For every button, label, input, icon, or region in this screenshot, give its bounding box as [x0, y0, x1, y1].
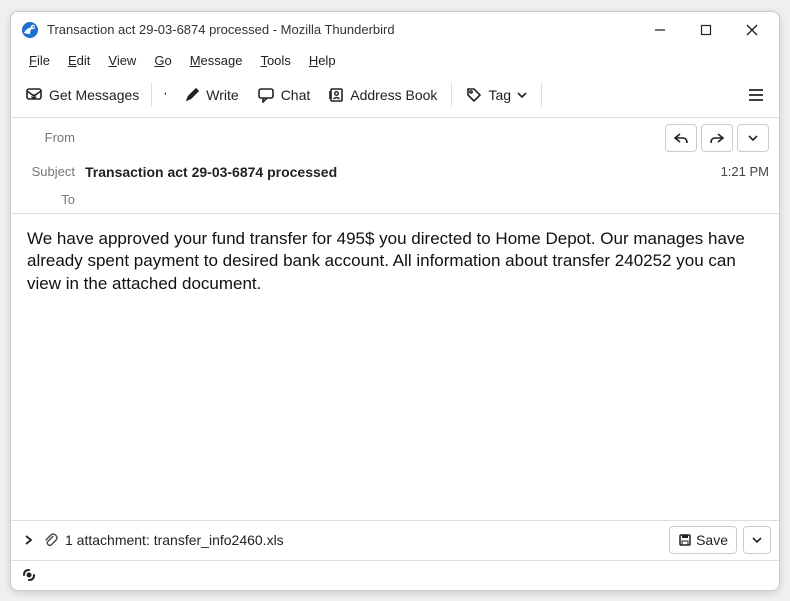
- save-attachment-button[interactable]: Save: [669, 526, 737, 554]
- chat-button[interactable]: Chat: [249, 79, 319, 111]
- write-button[interactable]: Write: [176, 79, 246, 111]
- subject-label: Subject: [21, 164, 85, 179]
- message-headers: From Subject Transaction act 29-03-6874 …: [11, 118, 779, 214]
- menubar: File Edit View Go Message Tools Help: [11, 48, 779, 74]
- address-book-label: Address Book: [350, 87, 437, 103]
- hamburger-icon: [747, 87, 765, 103]
- get-messages-dropdown[interactable]: [156, 79, 174, 111]
- menu-go[interactable]: Go: [146, 51, 179, 70]
- to-label: To: [21, 192, 85, 207]
- statusbar: [11, 560, 779, 590]
- titlebar: Transaction act 29-03-6874 processed - M…: [11, 12, 779, 48]
- forward-button[interactable]: [701, 124, 733, 152]
- menu-edit[interactable]: Edit: [60, 51, 98, 70]
- menu-file[interactable]: File: [21, 51, 58, 70]
- thunderbird-icon: [21, 21, 39, 39]
- menu-help[interactable]: Help: [301, 51, 344, 70]
- save-label: Save: [696, 532, 728, 548]
- reply-icon: [673, 131, 689, 145]
- download-icon: [25, 86, 43, 104]
- message-body: We have approved your fund transfer for …: [11, 214, 779, 520]
- subject-value: Transaction act 29-03-6874 processed: [85, 164, 721, 180]
- chevron-down-icon: [517, 90, 527, 100]
- menu-message[interactable]: Message: [182, 51, 251, 70]
- toolbar: Get Messages Write Chat Address Book: [11, 74, 779, 118]
- subject-row: Subject Transaction act 29-03-6874 proce…: [11, 158, 779, 186]
- save-icon: [678, 533, 692, 547]
- menu-view[interactable]: View: [100, 51, 144, 70]
- attachment-bar: 1 attachment: transfer_info2460.xls Save: [11, 520, 779, 560]
- address-book-icon: [328, 87, 344, 103]
- attachment-summary[interactable]: 1 attachment: transfer_info2460.xls: [65, 532, 663, 548]
- activity-icon: [21, 567, 39, 583]
- chevron-down-icon: [747, 132, 759, 144]
- maximize-button[interactable]: [683, 12, 729, 48]
- tag-icon: [466, 87, 482, 103]
- menu-tools[interactable]: Tools: [252, 51, 298, 70]
- window-title: Transaction act 29-03-6874 processed - M…: [47, 22, 395, 37]
- window-controls: [637, 12, 775, 48]
- app-menu-button[interactable]: [739, 79, 773, 111]
- close-button[interactable]: [729, 12, 775, 48]
- chat-icon: [257, 87, 275, 103]
- from-row: From: [11, 118, 779, 158]
- pencil-icon: [184, 87, 200, 103]
- get-messages-label: Get Messages: [49, 87, 139, 103]
- more-actions-button[interactable]: [737, 124, 769, 152]
- forward-icon: [709, 131, 725, 145]
- to-row: To: [11, 186, 779, 213]
- from-label: From: [21, 130, 85, 145]
- tag-button[interactable]: Tag: [458, 79, 535, 111]
- minimize-button[interactable]: [637, 12, 683, 48]
- reply-button[interactable]: [665, 124, 697, 152]
- write-label: Write: [206, 87, 238, 103]
- message-time: 1:21 PM: [721, 164, 769, 179]
- paperclip-icon: [43, 531, 59, 549]
- save-attachment-dropdown[interactable]: [743, 526, 771, 554]
- tag-label: Tag: [488, 87, 511, 103]
- address-book-button[interactable]: Address Book: [320, 79, 445, 111]
- get-messages-button[interactable]: Get Messages: [17, 79, 147, 111]
- chat-label: Chat: [281, 87, 311, 103]
- thunderbird-window: Transaction act 29-03-6874 processed - M…: [10, 11, 780, 591]
- attachment-expand-button[interactable]: [19, 531, 37, 549]
